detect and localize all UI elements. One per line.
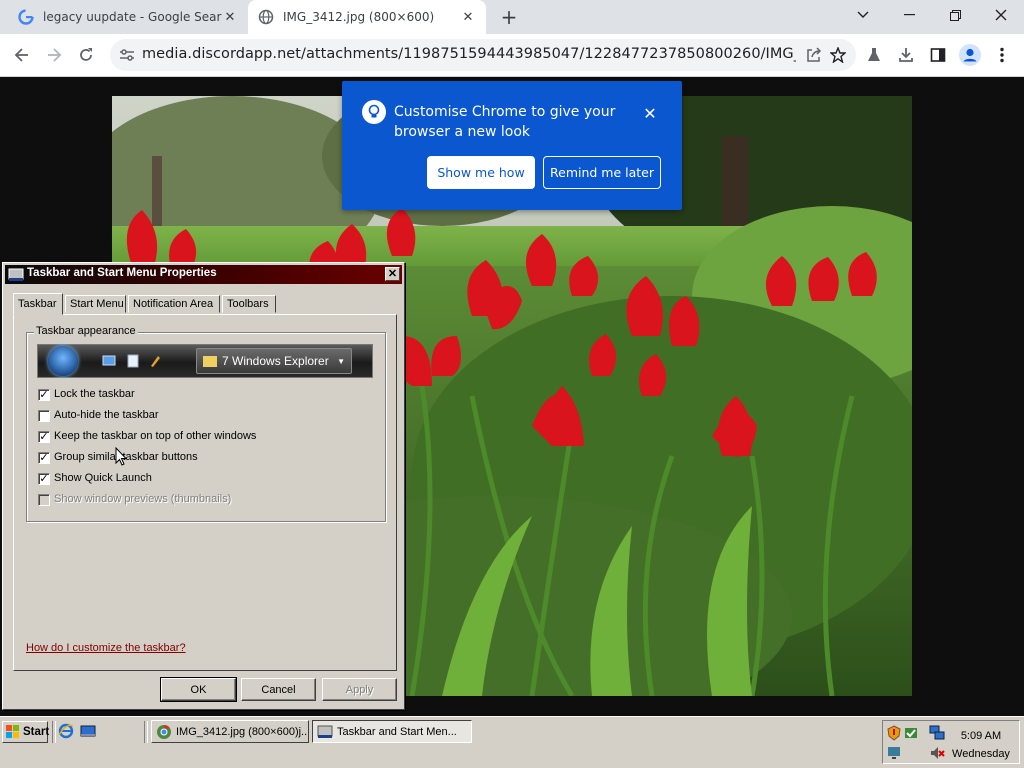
chrome-icon: [156, 724, 172, 740]
taskbar-appearance-group: Taskbar appearance 7 Windows Explorer ▼: [26, 325, 386, 522]
show-desktop-icon[interactable]: [80, 723, 96, 739]
tray-clock[interactable]: 5:09 AM Wednesday: [945, 727, 1017, 763]
back-arrow-icon[interactable]: [10, 43, 34, 67]
folder-icon: [203, 355, 217, 367]
taskbar-preview: 7 Windows Explorer ▼: [37, 344, 373, 378]
tab-google-search[interactable]: legacy uupdate - Google Search ✕: [8, 0, 248, 34]
display-settings-icon[interactable]: [886, 745, 902, 761]
dialog-close-button[interactable]: ✕: [385, 267, 400, 281]
start-button[interactable]: Start: [2, 721, 50, 743]
tab-toolbars[interactable]: Toolbars: [222, 295, 276, 313]
task-label: Taskbar and Start Men...: [337, 725, 457, 738]
google-g-icon: [18, 9, 34, 25]
clock-day: Wednesday: [952, 748, 1010, 760]
windows-orb-icon: [48, 346, 78, 376]
windows-taskbar: Start IMG_3412.jpg (800×600)j... Taskbar…: [0, 716, 1024, 768]
flask-labs-icon[interactable]: [862, 43, 886, 67]
clock-time: 5:09 AM: [960, 730, 1002, 742]
tab-title: IMG_3412.jpg (800×600): [283, 10, 435, 24]
tab-image[interactable]: IMG_3412.jpg (800×600) ✕: [248, 0, 486, 34]
address-bar[interactable]: media.discordapp.net/attachments/1198751…: [110, 39, 856, 71]
windows-flag-icon: [6, 725, 20, 739]
tab-close-icon[interactable]: ✕: [222, 9, 238, 25]
tab-start-menu[interactable]: Start Menu: [65, 295, 126, 313]
close-window-button[interactable]: [978, 0, 1024, 30]
cancel-button[interactable]: Cancel: [241, 678, 316, 701]
browser-tab-strip: legacy uupdate - Google Search ✕ IMG_341…: [0, 0, 1024, 34]
url-text[interactable]: media.discordapp.net/attachments/1198751…: [142, 46, 796, 62]
remind-me-later-button[interactable]: Remind me later: [543, 156, 661, 189]
taskbar-properties-icon: [317, 724, 333, 740]
profile-avatar-icon[interactable]: [958, 43, 982, 67]
window-previews-label: Show window previews (thumbnails): [54, 493, 232, 505]
keep-on-top-checkbox[interactable]: ✓: [38, 431, 50, 443]
promo-text: Customise Chrome to give your browser a …: [394, 104, 616, 140]
auto-hide-label: Auto-hide the taskbar: [54, 409, 159, 421]
show-quick-launch-label: Show Quick Launch: [54, 472, 152, 484]
paint-icon: [148, 354, 162, 368]
taskbar-divider: [144, 721, 148, 743]
tab-search-chevron-icon[interactable]: [840, 0, 886, 30]
mouse-cursor-icon: [115, 446, 128, 467]
tab-close-icon[interactable]: ✕: [460, 9, 476, 25]
lock-taskbar-label: Lock the taskbar: [54, 388, 135, 400]
dialog-title-bar[interactable]: Taskbar and Start Menu Properties ✕: [5, 265, 402, 284]
taskbar-divider: [52, 721, 56, 743]
taskbar-task-chrome[interactable]: IMG_3412.jpg (800×600)j...: [151, 720, 309, 743]
dropdown-arrow-icon: ▼: [337, 356, 345, 366]
notepad-icon: [126, 354, 140, 368]
forward-arrow-icon[interactable]: [42, 43, 66, 67]
customise-chrome-promo: Customise Chrome to give your browser a …: [342, 81, 682, 210]
tab-taskbar[interactable]: Taskbar: [13, 293, 63, 315]
group-buttons-checkbox[interactable]: ✓: [38, 452, 50, 464]
reload-icon[interactable]: [74, 43, 98, 67]
help-link[interactable]: How do I customize the taskbar?: [26, 642, 186, 654]
bookmark-star-icon[interactable]: [828, 45, 848, 65]
share-icon[interactable]: [804, 45, 824, 65]
preview-windows-explorer-button: 7 Windows Explorer ▼: [196, 348, 352, 374]
minimize-button[interactable]: [886, 0, 932, 30]
window-previews-checkbox: [38, 494, 50, 506]
volume-muted-icon[interactable]: [929, 745, 945, 761]
taskbar-properties-icon: [8, 267, 24, 283]
dialog-title: Taskbar and Start Menu Properties: [27, 267, 217, 279]
globe-icon: [258, 9, 274, 25]
tab-notification-area[interactable]: Notification Area: [128, 295, 220, 313]
lock-taskbar-checkbox[interactable]: ✓: [38, 389, 50, 401]
new-tab-button[interactable]: +: [497, 5, 521, 29]
show-quick-launch-checkbox[interactable]: ✓: [38, 473, 50, 485]
taskbar-properties-dialog: Taskbar and Start Menu Properties ✕ Task…: [2, 262, 405, 710]
restore-button[interactable]: [932, 0, 978, 30]
site-settings-icon[interactable]: [118, 46, 136, 64]
preview-button-label: 7 Windows Explorer: [222, 354, 329, 368]
apply-button: Apply: [322, 678, 397, 701]
update-check-icon[interactable]: [903, 725, 919, 741]
network-icon[interactable]: [929, 725, 945, 741]
browser-toolbar: media.discordapp.net/attachments/1198751…: [0, 34, 1024, 77]
more-menu-icon[interactable]: [990, 43, 1014, 67]
promo-close-icon[interactable]: ✕: [640, 103, 660, 123]
keep-on-top-label: Keep the taskbar on top of other windows: [54, 430, 257, 442]
start-label: Start: [23, 726, 50, 738]
security-alert-icon[interactable]: [886, 725, 902, 741]
taskbar-tab-panel: Taskbar appearance 7 Windows Explorer ▼: [13, 314, 397, 671]
auto-hide-checkbox[interactable]: [38, 410, 50, 422]
ok-button[interactable]: OK: [160, 677, 237, 702]
tab-title: legacy uupdate - Google Search: [43, 10, 222, 24]
group-label: Taskbar appearance: [34, 325, 138, 337]
taskbar-task-properties[interactable]: Taskbar and Start Men...: [312, 720, 472, 743]
show-desktop-icon: [102, 354, 116, 368]
side-panel-icon[interactable]: [926, 43, 950, 67]
download-icon[interactable]: [894, 43, 918, 67]
show-me-how-button[interactable]: Show me how: [427, 156, 535, 189]
system-tray: 5:09 AM Wednesday: [882, 720, 1020, 764]
internet-explorer-icon[interactable]: [58, 723, 74, 739]
task-label: IMG_3412.jpg (800×600)j...: [176, 725, 309, 738]
lightbulb-icon: [362, 100, 386, 124]
